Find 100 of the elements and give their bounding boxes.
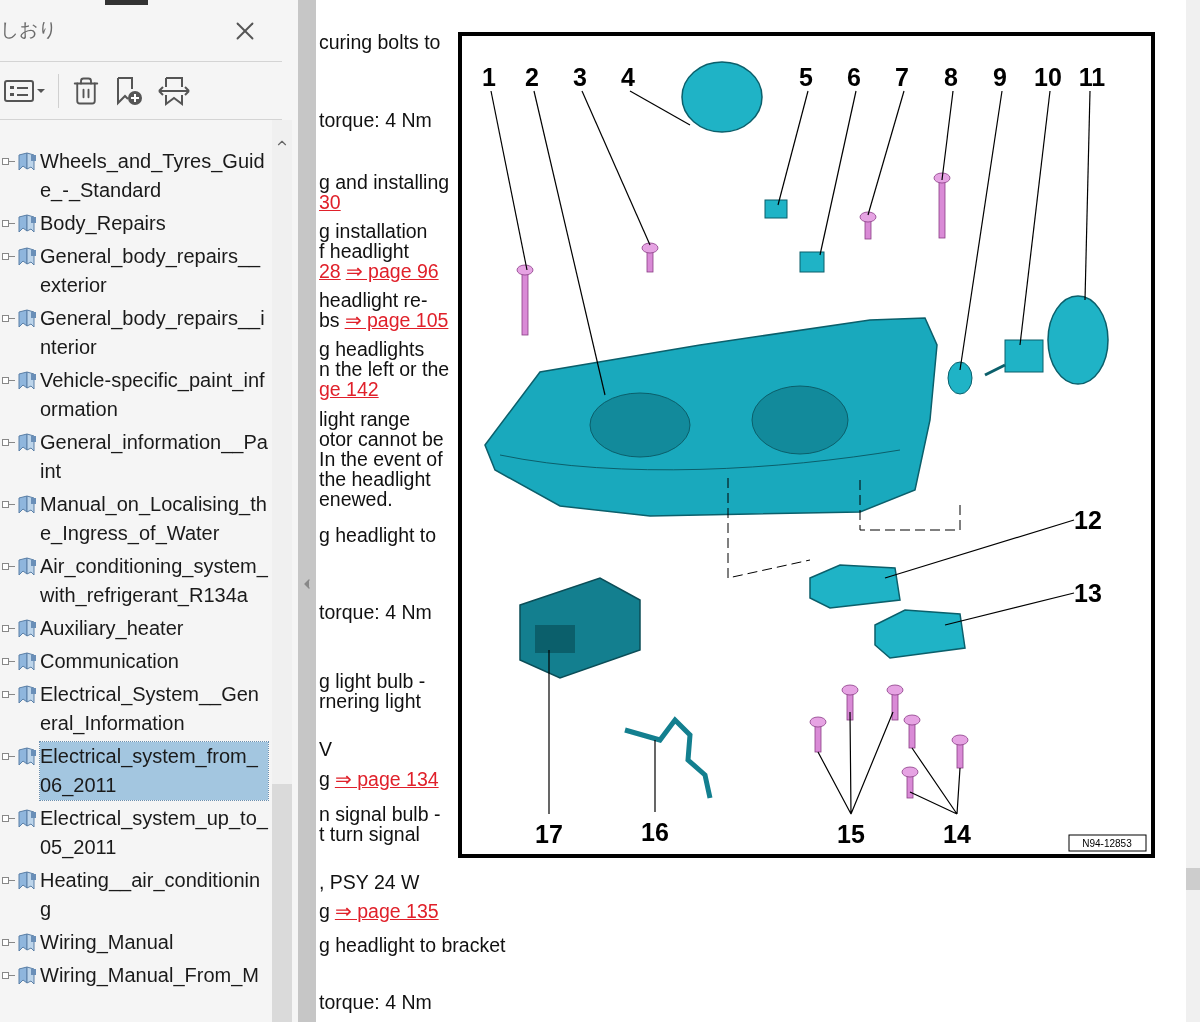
page-link[interactable]: 30 bbox=[319, 192, 341, 212]
body-text: f headlight bbox=[319, 241, 409, 261]
body-text: enewed. bbox=[319, 489, 393, 509]
delete-button[interactable] bbox=[71, 75, 101, 106]
bookmark-icon bbox=[15, 746, 37, 767]
tree-toggle[interactable] bbox=[2, 972, 9, 979]
bookmark-arrows-icon bbox=[157, 74, 191, 107]
expand-bookmark-button[interactable] bbox=[157, 74, 191, 107]
tree-toggle[interactable] bbox=[2, 377, 9, 384]
bookmark-icon bbox=[15, 808, 37, 829]
bookmark-icon bbox=[15, 965, 37, 986]
bookmark-icon bbox=[15, 870, 37, 891]
page-link[interactable]: ge 142 bbox=[319, 379, 379, 399]
callout-with-leader-line: 6 bbox=[819, 63, 861, 256]
tree-toggle[interactable] bbox=[2, 501, 9, 508]
tree-toggle[interactable] bbox=[2, 877, 9, 884]
callout-with-leader-line: 8 bbox=[941, 63, 958, 181]
bookmark-item[interactable]: Wiring_Manual_From_M bbox=[40, 961, 268, 990]
tree-toggle[interactable] bbox=[2, 563, 9, 570]
bookmark-item[interactable]: Electrical_system_from_06_2011 bbox=[40, 742, 268, 800]
body-text: torque: 4 Nm bbox=[319, 992, 432, 1012]
bookmark-item[interactable]: Manual_on_Localising_the_Ingress_of_Water bbox=[40, 490, 268, 548]
page-scrollbar[interactable] bbox=[1186, 0, 1200, 1022]
bookmark-item[interactable]: Electrical_system_up_to_05_2011 bbox=[40, 804, 268, 862]
list-options-icon bbox=[4, 78, 46, 103]
bookmark-item[interactable]: Heating__air_conditioning bbox=[40, 866, 268, 924]
bookmark-icon bbox=[15, 432, 37, 453]
tree-toggle[interactable] bbox=[2, 253, 9, 260]
page-link[interactable]: ⇒ page 135 bbox=[334, 901, 439, 921]
tree-toggle[interactable] bbox=[2, 315, 9, 322]
bookmark-icon bbox=[15, 246, 37, 267]
body-text: otor cannot be bbox=[319, 429, 444, 449]
callout-with-leader-line: 17 bbox=[535, 649, 563, 848]
bookmark-icon bbox=[15, 618, 37, 639]
body-text: g bbox=[319, 901, 330, 921]
bookmark-icon bbox=[15, 651, 37, 672]
body-text: n the left or the bbox=[319, 359, 450, 379]
options-menu-button[interactable] bbox=[4, 78, 46, 103]
tree-toggle[interactable] bbox=[2, 691, 9, 698]
bookmark-icon bbox=[15, 556, 37, 577]
page-link[interactable]: ⇒ page 134 bbox=[334, 769, 439, 789]
panel-title: しおり bbox=[0, 18, 57, 43]
bookmark-icon bbox=[15, 932, 37, 953]
callout-with-leader-line: 12 bbox=[884, 506, 1102, 579]
tree-toggle[interactable] bbox=[2, 753, 9, 760]
body-text: In the event of bbox=[319, 449, 443, 469]
bookmark-icon bbox=[15, 213, 37, 234]
body-text: g headlight to bracket bbox=[319, 935, 506, 955]
callout-with-leader-line: 7 bbox=[867, 63, 909, 216]
bookmark-item[interactable]: Auxiliary_heater bbox=[40, 614, 268, 643]
callout-with-leader-line: 11 bbox=[1078, 63, 1106, 301]
tree-toggle[interactable] bbox=[2, 158, 9, 165]
body-text: torque: 4 Nm bbox=[319, 602, 432, 622]
body-text: curing bolts to bbox=[319, 32, 441, 52]
body-text: light range bbox=[319, 409, 411, 429]
callout-with-leader-line: 9 bbox=[959, 63, 1007, 371]
scrollbar[interactable] bbox=[272, 120, 292, 1022]
body-text: torque: 4 Nm bbox=[319, 110, 432, 130]
bookmark-item[interactable]: Electrical_System__General_Information bbox=[40, 680, 268, 738]
page-link[interactable]: ⇒ page 105 bbox=[344, 310, 449, 330]
callout-with-leader-line: 15 bbox=[817, 711, 894, 848]
callout-with-leader-line: 13 bbox=[944, 579, 1102, 626]
bookmark-item[interactable]: Body_Repairs bbox=[40, 209, 268, 238]
bookmark-icon bbox=[15, 370, 37, 391]
bookmark-item[interactable]: General_body_repairs__exterior bbox=[40, 242, 268, 300]
bookmark-item[interactable]: Communication bbox=[40, 647, 268, 676]
callout-with-leader-line: 16 bbox=[641, 739, 669, 846]
body-text: t turn signal bbox=[319, 824, 420, 844]
tree-toggle[interactable] bbox=[2, 220, 9, 227]
body-text: , PSY 24 W bbox=[319, 872, 420, 892]
page-link[interactable]: ⇒ page 96 bbox=[345, 261, 439, 281]
tree-toggle[interactable] bbox=[2, 815, 9, 822]
body-text: g headlight to bbox=[319, 525, 437, 545]
tree-toggle[interactable] bbox=[2, 939, 9, 946]
trash-icon bbox=[71, 75, 101, 106]
callout-with-leader-line: 10 bbox=[1019, 63, 1062, 346]
tree-toggle[interactable] bbox=[2, 439, 9, 446]
page-link[interactable]: 28 bbox=[319, 261, 341, 281]
bookmark-item[interactable]: Air_conditioning_system_with_refrigerant_R134a bbox=[40, 552, 268, 610]
bookmark-icon bbox=[15, 684, 37, 705]
body-text: bs bbox=[319, 310, 340, 330]
tree-toggle[interactable] bbox=[2, 658, 9, 665]
bookmark-icon bbox=[15, 494, 37, 515]
body-text: g bbox=[319, 769, 330, 789]
body-text: g and installing bbox=[319, 172, 450, 192]
callout-with-leader-line: 5 bbox=[777, 63, 813, 206]
body-text: V bbox=[319, 739, 332, 759]
tree-toggle[interactable] bbox=[2, 625, 9, 632]
bookmark-icon bbox=[15, 151, 37, 172]
callout-with-leader-line: 14 bbox=[909, 747, 971, 848]
bookmark-item[interactable]: Vehicle-specific_paint_information bbox=[40, 366, 268, 424]
tab-indicator bbox=[105, 0, 148, 5]
body-text: rnering light bbox=[319, 691, 421, 711]
figure-code: N94-12853 bbox=[1068, 834, 1147, 852]
bookmark-item[interactable]: General_body_repairs__interior bbox=[40, 304, 268, 362]
callout-with-leader-line: 4 bbox=[621, 63, 691, 126]
bookmark-item[interactable]: General_information__Paint bbox=[40, 428, 268, 486]
bookmark-item[interactable]: Wheels_and_Tyres_Guide_-_Standard bbox=[40, 147, 268, 205]
bookmark-item[interactable]: Wiring_Manual bbox=[40, 928, 268, 957]
bookmark-icon bbox=[15, 308, 37, 329]
